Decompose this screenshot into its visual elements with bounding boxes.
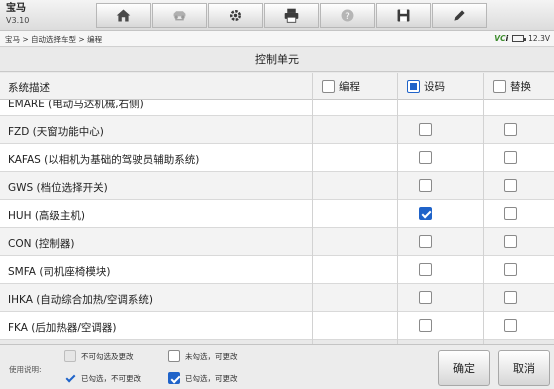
coding-checkbox[interactable] bbox=[419, 123, 432, 136]
table-row: FZD (天窗功能中心) bbox=[0, 116, 554, 144]
toolbar: ? bbox=[96, 3, 488, 28]
settings-gear-icon bbox=[229, 9, 242, 22]
top-bar: 宝马 V3.10 ? bbox=[0, 0, 554, 31]
coding-all-checkbox[interactable] bbox=[407, 80, 420, 93]
replace-all-checkbox[interactable] bbox=[493, 80, 506, 93]
help-button[interactable]: ? bbox=[320, 3, 375, 28]
legend-checked-locked: 已勾选，不可更改 bbox=[64, 372, 141, 384]
program-all-checkbox[interactable] bbox=[322, 80, 335, 93]
save-button[interactable] bbox=[376, 3, 431, 28]
column-header-program[interactable]: 编程 bbox=[322, 77, 360, 96]
settings-button[interactable] bbox=[208, 3, 263, 28]
row-description: IHKA (自动综合加热/空调系统) bbox=[8, 294, 153, 306]
coding-checkbox[interactable] bbox=[419, 291, 432, 304]
legend-gray-checkbox bbox=[64, 350, 76, 362]
column-divider bbox=[483, 73, 484, 344]
vci-indicator: VCi bbox=[494, 34, 509, 43]
edit-button[interactable] bbox=[432, 3, 487, 28]
column-divider bbox=[397, 73, 398, 344]
table-row: FKA (后加热器/空调器) bbox=[0, 312, 554, 340]
confirm-button[interactable]: 确定 bbox=[438, 350, 490, 386]
row-description: HUH (高级主机) bbox=[8, 210, 86, 222]
table-row: SMFA (司机座椅模块) bbox=[0, 256, 554, 284]
legend-checkmark-icon bbox=[64, 372, 76, 384]
home-button[interactable] bbox=[96, 3, 151, 28]
coding-checkbox[interactable] bbox=[419, 263, 432, 276]
column-header-description: 系统描述 bbox=[8, 82, 50, 94]
edit-pencil-icon bbox=[454, 10, 465, 21]
replace-checkbox[interactable] bbox=[504, 207, 517, 220]
row-description: KAFAS (以相机为基础的驾驶员辅助系统) bbox=[8, 154, 200, 166]
column-header-coding[interactable]: 设码 bbox=[407, 77, 445, 96]
legend-disabled-unchecked: 不可勾选及更改 bbox=[64, 350, 134, 362]
table-header: 系统描述 编程 设码 替换 bbox=[0, 73, 554, 100]
coding-checkbox[interactable] bbox=[419, 235, 432, 248]
replace-checkbox[interactable] bbox=[504, 151, 517, 164]
row-description: EMARE (电动马达机械,右侧) bbox=[8, 100, 144, 110]
table-row: IHKA (自动综合加热/空调系统) bbox=[0, 284, 554, 312]
replace-checkbox[interactable] bbox=[504, 123, 517, 136]
legend-checked-checkbox bbox=[168, 372, 180, 384]
svg-text:?: ? bbox=[345, 12, 350, 22]
legend-empty-checkbox bbox=[168, 350, 180, 362]
battery-voltage: 12.3V bbox=[528, 34, 550, 43]
row-description: FKA (后加热器/空调器) bbox=[8, 322, 117, 334]
replace-checkbox[interactable] bbox=[504, 291, 517, 304]
table-row: KAFAS (以相机为基础的驾驶员辅助系统) bbox=[0, 144, 554, 172]
replace-checkbox[interactable] bbox=[504, 319, 517, 332]
breadcrumb: 宝马 > 自动选择车型 > 编程 bbox=[5, 35, 103, 44]
printer-icon bbox=[284, 8, 299, 23]
coding-checkbox[interactable] bbox=[419, 151, 432, 164]
battery-icon bbox=[512, 35, 527, 42]
legend-checked-editable: 已勾选，可更改 bbox=[168, 372, 238, 384]
legend-unchecked-editable: 未勾选，可更改 bbox=[168, 350, 238, 362]
column-divider bbox=[312, 73, 313, 344]
print-button[interactable] bbox=[264, 3, 319, 28]
cancel-button[interactable]: 取消 bbox=[498, 350, 550, 386]
row-description: GWS (档位选择开关) bbox=[8, 182, 108, 194]
replace-checkbox[interactable] bbox=[504, 179, 517, 192]
table-row: HUH (高级主机) bbox=[0, 200, 554, 228]
app-title: 宝马 bbox=[6, 3, 26, 14]
row-description: FZD (天窗功能中心) bbox=[8, 126, 104, 138]
help-icon: ? bbox=[341, 9, 354, 22]
table-row: CON (控制器) bbox=[0, 228, 554, 256]
coding-checkbox[interactable] bbox=[419, 207, 432, 220]
bottom-bar: 使用说明: 不可勾选及更改 未勾选，可更改 已勾选，不可更改 已勾选，可更改 确… bbox=[0, 344, 554, 389]
app-version: V3.10 bbox=[6, 16, 30, 25]
table-row: GWS (档位选择开关) bbox=[0, 172, 554, 200]
table-row: EMARE (电动马达机械,右侧) bbox=[0, 100, 554, 116]
row-description: CON (控制器) bbox=[8, 238, 75, 250]
legend-title: 使用说明: bbox=[9, 365, 42, 374]
vehicle-swap-button[interactable] bbox=[152, 3, 207, 28]
home-icon bbox=[116, 9, 131, 22]
coding-checkbox[interactable] bbox=[419, 319, 432, 332]
save-icon bbox=[397, 9, 410, 22]
coding-checkbox[interactable] bbox=[419, 179, 432, 192]
replace-checkbox[interactable] bbox=[504, 263, 517, 276]
column-header-replace[interactable]: 替换 bbox=[493, 77, 531, 96]
vehicle-swap-icon bbox=[173, 11, 186, 21]
vehicle-status: VCi 12.3V bbox=[494, 34, 550, 43]
row-description: SMFA (司机座椅模块) bbox=[8, 266, 111, 278]
replace-checkbox[interactable] bbox=[504, 235, 517, 248]
breadcrumb-bar: 宝马 > 自动选择车型 > 编程 VCi 12.3V bbox=[0, 31, 554, 47]
app-brand: 宝马 V3.10 bbox=[6, 3, 29, 27]
page-title: 控制单元 bbox=[0, 48, 554, 72]
control-unit-list[interactable]: EMARE (电动马达机械,右侧) FZD (天窗功能中心) KAFAS (以相… bbox=[0, 100, 554, 344]
